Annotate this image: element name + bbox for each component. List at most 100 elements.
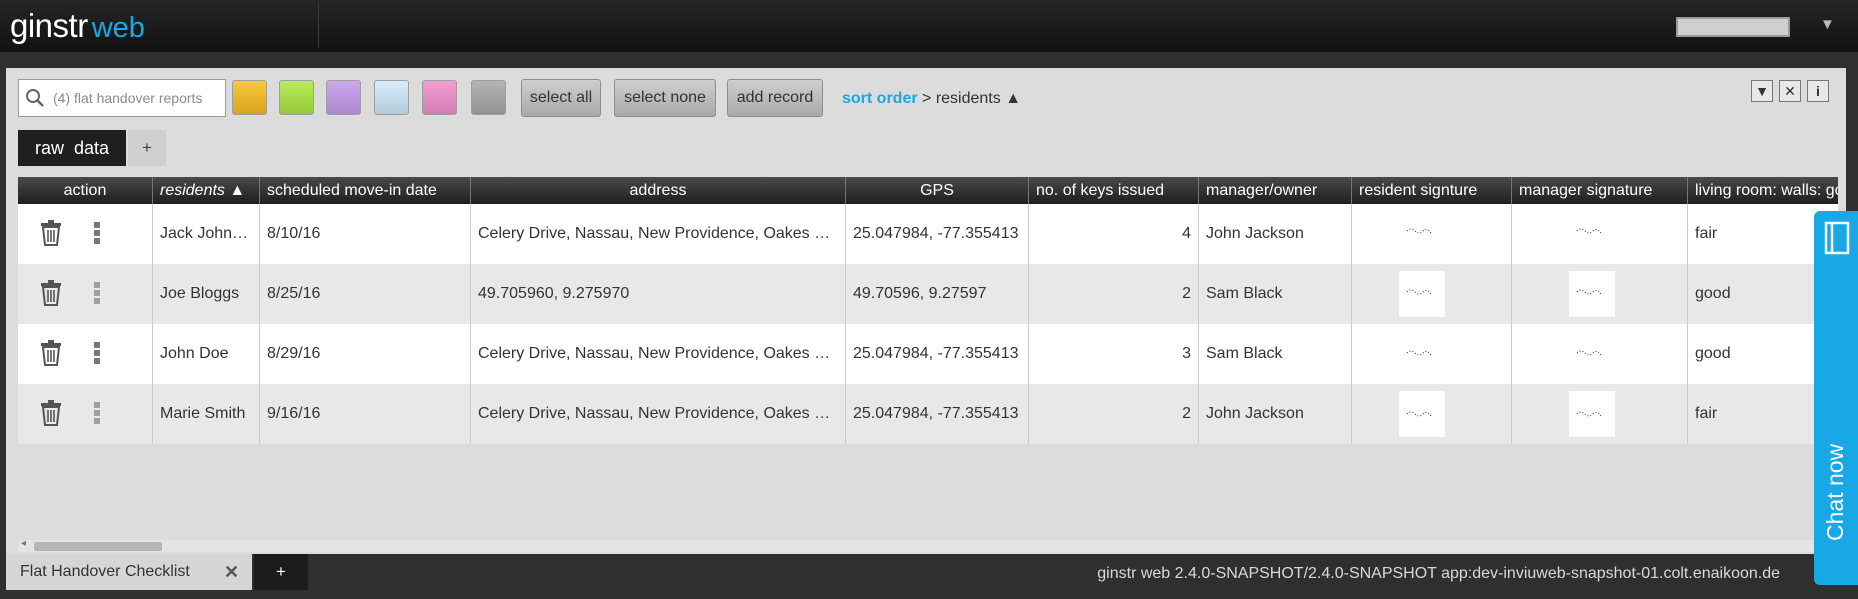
row-actions[interactable] [18, 324, 153, 384]
cell-gps[interactable]: 25.047984, -77.355413 [846, 384, 1029, 444]
select-none-button[interactable]: select none [614, 79, 716, 117]
cell-keys[interactable]: 2 [1029, 384, 1199, 444]
cell-gps[interactable]: 25.047984, -77.355413 [846, 324, 1029, 384]
cell-manager[interactable]: Sam Black [1199, 324, 1352, 384]
color-filter-pink[interactable] [422, 80, 457, 115]
cell-manager[interactable]: Sam Black [1199, 264, 1352, 324]
app-tab-label: Flat Handover Checklist [20, 563, 190, 580]
data-table: action residents ▲ scheduled move-in dat… [18, 177, 1838, 445]
trash-icon[interactable] [40, 340, 62, 366]
cell-address[interactable]: Celery Drive, Nassau, New Providence, Oa… [471, 204, 846, 264]
view-tab-raw-data[interactable]: raw data [18, 130, 126, 166]
more-vertical-icon[interactable] [94, 340, 100, 366]
col-move-in-date[interactable]: scheduled move-in date [260, 177, 471, 204]
table-row[interactable]: Marie Smith 9/16/16 Celery Drive, Nassau, … [18, 384, 1838, 444]
row-actions[interactable] [18, 264, 153, 324]
cell-keys[interactable]: 3 [1029, 324, 1199, 384]
version-info: ginstr web 2.4.0-SNAPSHOT/2.4.0-SNAPSHOT… [1097, 565, 1780, 582]
signature-thumbnail[interactable] [1399, 271, 1445, 317]
more-vertical-icon[interactable] [94, 280, 100, 306]
cell-manager[interactable]: John Jackson [1199, 204, 1352, 264]
user-menu[interactable] [1676, 17, 1790, 37]
trash-icon[interactable] [40, 280, 62, 306]
info-icon[interactable]: i [1807, 80, 1829, 102]
resident-signature-cell[interactable] [1352, 204, 1512, 264]
scroll-left-arrow-icon[interactable]: ◂ [21, 538, 26, 549]
row-actions[interactable] [18, 204, 153, 264]
search-input[interactable] [53, 80, 223, 116]
signature-thumbnail[interactable] [1569, 211, 1615, 257]
chevron-down-icon[interactable]: ▼ [1820, 16, 1835, 33]
cell-date[interactable]: 8/25/16 [260, 264, 471, 324]
select-all-button[interactable]: select all [521, 79, 601, 117]
trash-icon[interactable] [40, 220, 62, 246]
signature-thumbnail[interactable] [1399, 331, 1445, 377]
close-icon[interactable]: ✕ [224, 554, 239, 590]
app-tab-flat-handover[interactable]: Flat Handover Checklist ✕ [6, 554, 252, 590]
color-filter-lightblue[interactable] [374, 80, 409, 115]
cell-resident[interactable]: Marie Smith [153, 384, 260, 444]
resident-signature-cell[interactable] [1352, 324, 1512, 384]
col-gps[interactable]: GPS [846, 177, 1029, 204]
cell-keys[interactable]: 2 [1029, 264, 1199, 324]
cell-gps[interactable]: 49.70596, 9.27597 [846, 264, 1029, 324]
row-actions[interactable] [18, 384, 153, 444]
col-manager-owner[interactable]: manager/owner [1199, 177, 1352, 204]
app-logo[interactable]: ginstr web [10, 4, 145, 48]
cell-resident[interactable]: Jack Johnson [153, 204, 260, 264]
cell-date[interactable]: 8/29/16 [260, 324, 471, 384]
cell-resident[interactable]: John Doe [153, 324, 260, 384]
cell-resident[interactable]: Joe Bloggs [153, 264, 260, 324]
horizontal-scrollbar[interactable]: ◂ [18, 538, 1838, 552]
more-vertical-icon[interactable] [94, 400, 100, 426]
manager-signature-cell[interactable] [1512, 204, 1688, 264]
chat-book-icon [1824, 221, 1850, 255]
color-filter-gray[interactable] [471, 80, 506, 115]
signature-thumbnail[interactable] [1569, 331, 1615, 377]
col-address[interactable]: address [471, 177, 846, 204]
resident-signature-cell[interactable] [1352, 264, 1512, 324]
manager-signature-cell[interactable] [1512, 324, 1688, 384]
cell-manager[interactable]: John Jackson [1199, 384, 1352, 444]
col-action: action [18, 177, 153, 204]
cell-date[interactable]: 9/16/16 [260, 384, 471, 444]
add-record-button[interactable]: add record [727, 79, 823, 117]
cell-gps[interactable]: 25.047984, -77.355413 [846, 204, 1029, 264]
table-row[interactable]: John Doe 8/29/16 Celery Drive, Nassau, New… [18, 324, 1838, 384]
more-vertical-icon[interactable] [94, 220, 100, 246]
add-view-button[interactable]: + [128, 130, 166, 166]
color-filter-yellow[interactable] [232, 80, 267, 115]
trash-icon[interactable] [40, 400, 62, 426]
table-row[interactable]: Jack Johnson 8/10/16 Celery Drive, Nassau,… [18, 204, 1838, 264]
col-living-room-walls[interactable]: living room: walls: good [1688, 177, 1838, 204]
logo-sub-text: web [91, 12, 145, 44]
color-filter-green[interactable] [279, 80, 314, 115]
signature-thumbnail[interactable] [1399, 211, 1445, 257]
sort-order-link[interactable]: sort order [842, 90, 918, 107]
cell-keys[interactable]: 4 [1029, 204, 1199, 264]
clear-filter-icon[interactable]: ✕ [1779, 80, 1801, 102]
signature-thumbnail[interactable] [1399, 391, 1445, 437]
table-header: action residents ▲ scheduled move-in dat… [18, 177, 1838, 204]
cell-address[interactable]: Celery Drive, Nassau, New Providence, Oa… [471, 324, 846, 384]
col-resident-signature[interactable]: resident signture [1352, 177, 1512, 204]
table-row[interactable]: Joe Bloggs 8/25/16 49.705960, 9.275970 49.7… [18, 264, 1838, 324]
color-filter-purple[interactable] [326, 80, 361, 115]
cell-address[interactable]: Celery Drive, Nassau, New Providence, Oa… [471, 384, 846, 444]
col-manager-signature[interactable]: manager signature [1512, 177, 1688, 204]
manager-signature-cell[interactable] [1512, 264, 1688, 324]
cell-date[interactable]: 8/10/16 [260, 204, 471, 264]
col-keys-issued[interactable]: no. of keys issued [1029, 177, 1199, 204]
col-residents[interactable]: residents ▲ [153, 177, 260, 204]
sort-field: residents [935, 90, 1001, 107]
signature-thumbnail[interactable] [1569, 271, 1615, 317]
resident-signature-cell[interactable] [1352, 384, 1512, 444]
signature-thumbnail[interactable] [1569, 391, 1615, 437]
manager-signature-cell[interactable] [1512, 384, 1688, 444]
search-box[interactable] [18, 79, 226, 117]
filter-icon[interactable]: ▼ [1751, 80, 1773, 102]
scrollbar-thumb[interactable] [34, 542, 162, 551]
cell-address[interactable]: 49.705960, 9.275970 [471, 264, 846, 324]
add-app-tab-button[interactable]: + [254, 554, 308, 590]
chat-now-widget[interactable]: Chat now [1814, 211, 1858, 585]
